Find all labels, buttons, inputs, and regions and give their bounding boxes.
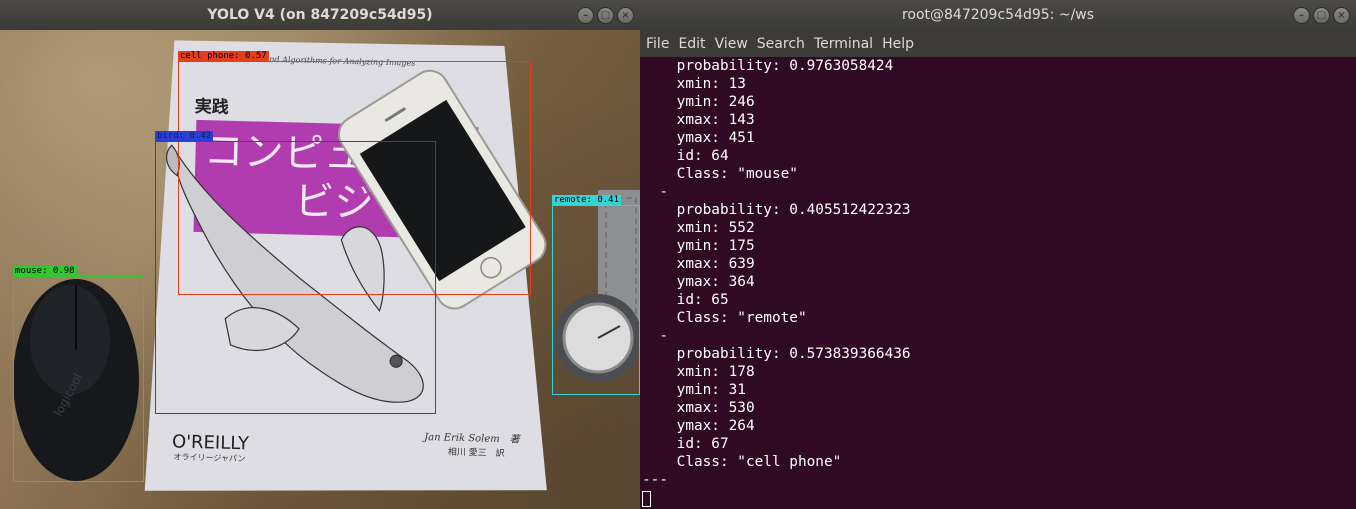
- terminal-line: ymin: 175: [642, 238, 755, 254]
- camera-feed: Tools and Algorithms for Analyzing Image…: [0, 30, 640, 509]
- book-publisher-jp: オライリージャパン: [173, 452, 245, 463]
- terminal-output[interactable]: probability: 0.9763058424 xmin: 13 ymin:…: [640, 57, 1356, 509]
- terminal-line: xmin: 552: [642, 220, 755, 236]
- terminal-line: Class: "remote": [642, 310, 807, 326]
- terminal-titlebar[interactable]: root@847209c54d95: ~/ws – □ ×: [640, 0, 1356, 30]
- terminal-window[interactable]: root@847209c54d95: ~/ws – □ × File Edit …: [640, 0, 1356, 509]
- bbox-cell-phone-label: cell phone: 0.57: [178, 51, 269, 62]
- yolo-titlebar[interactable]: YOLO V4 (on 847209c54d95) – □ ×: [0, 0, 640, 30]
- terminal-menubar: File Edit View Search Terminal Help: [640, 30, 1356, 57]
- terminal-line: xmin: 178: [642, 364, 755, 380]
- terminal-line: xmax: 530: [642, 400, 755, 416]
- yolo-window[interactable]: YOLO V4 (on 847209c54d95) – □ × Tools an…: [0, 0, 640, 509]
- menu-view[interactable]: View: [715, 36, 755, 52]
- terminal-line: ---: [642, 472, 668, 488]
- terminal-line: id: 67: [642, 436, 729, 452]
- terminal-line: Class: "cell phone": [642, 454, 842, 470]
- terminal-line: xmax: 143: [642, 112, 755, 128]
- terminal-line: ymax: 364: [642, 274, 755, 290]
- terminal-line: id: 64: [642, 148, 729, 164]
- terminal-line: id: 65: [642, 292, 729, 308]
- terminal-line: ymin: 31: [642, 382, 746, 398]
- terminal-line: probability: 0.9763058424: [642, 58, 894, 74]
- terminal-cursor-line: [642, 489, 1356, 507]
- bbox-remote: remote: 0.41: [552, 195, 640, 395]
- bbox-bird: bird: 0.42: [155, 131, 436, 414]
- menu-edit[interactable]: Edit: [678, 36, 712, 52]
- terminal-line: -: [642, 184, 668, 200]
- terminal-line: probability: 0.573839366436: [642, 346, 911, 362]
- terminal-window-controls: – □ ×: [1293, 7, 1350, 24]
- terminal-cursor: [642, 491, 651, 507]
- terminal-line: ymax: 451: [642, 130, 755, 146]
- menu-file[interactable]: File: [646, 36, 676, 52]
- menu-search[interactable]: Search: [757, 36, 812, 52]
- maximize-icon[interactable]: □: [1313, 7, 1330, 24]
- close-icon[interactable]: ×: [617, 7, 634, 24]
- terminal-window-title: root@847209c54d95: ~/ws: [901, 7, 1095, 23]
- terminal-line: ymax: 264: [642, 418, 755, 434]
- book-publisher: O'REILLY: [172, 431, 250, 454]
- terminal-line: ymin: 246: [642, 94, 755, 110]
- terminal-line: Class: "mouse": [642, 166, 798, 182]
- terminal-line: xmax: 639: [642, 256, 755, 272]
- bbox-mouse: mouse: 0.98: [13, 266, 144, 482]
- bbox-remote-label: remote: 0.41: [552, 195, 622, 206]
- minimize-icon[interactable]: –: [577, 7, 594, 24]
- maximize-icon[interactable]: □: [597, 7, 614, 24]
- terminal-line: xmin: 13: [642, 76, 746, 92]
- bbox-bird-label: bird: 0.42: [155, 131, 214, 142]
- terminal-line: -: [642, 328, 668, 344]
- minimize-icon[interactable]: –: [1293, 7, 1310, 24]
- close-icon[interactable]: ×: [1333, 7, 1350, 24]
- yolo-window-title: YOLO V4 (on 847209c54d95): [207, 7, 433, 23]
- menu-terminal[interactable]: Terminal: [814, 36, 880, 52]
- yolo-window-controls: – □ ×: [577, 7, 634, 24]
- terminal-line: probability: 0.405512422323: [642, 202, 911, 218]
- menu-help[interactable]: Help: [882, 36, 921, 52]
- bbox-mouse-label: mouse: 0.98: [13, 266, 77, 277]
